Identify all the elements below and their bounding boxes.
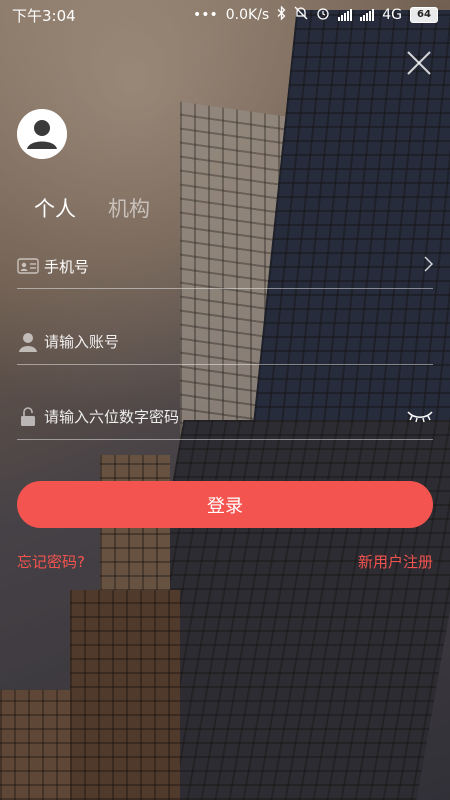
password-field-row	[17, 395, 433, 440]
eye-closed-icon[interactable]	[407, 408, 433, 427]
avatar-icon[interactable]	[17, 109, 67, 159]
account-type-tabs: 个人 机构	[34, 193, 150, 223]
login-button[interactable]: 登录	[17, 481, 433, 528]
notification-dots: •••	[192, 7, 218, 23]
forgot-password-link[interactable]: 忘记密码?	[17, 551, 85, 572]
tab-personal[interactable]: 个人	[34, 193, 76, 223]
tab-organization[interactable]: 机构	[108, 193, 150, 223]
bluetooth-icon	[277, 5, 286, 24]
alarm-icon	[316, 6, 330, 24]
login-type-label: 手机号	[44, 257, 90, 276]
mute-icon	[294, 6, 308, 24]
signal-icon	[338, 9, 353, 21]
login-screen: 下午3:04 ••• 0.0K/s 4G 64 个人 机构 手机号 请输入账号 …	[0, 0, 450, 800]
signal-icon-2	[360, 9, 375, 21]
account-input[interactable]	[44, 333, 433, 351]
chevron-right-icon	[423, 256, 434, 276]
login-type-selector[interactable]: 手机号	[17, 244, 434, 289]
status-time: 下午3:04	[12, 6, 76, 25]
account-field-row	[17, 320, 433, 365]
footer-links: 忘记密码? 新用户注册	[17, 551, 433, 572]
user-icon	[17, 331, 39, 353]
network-speed: 0.0K/s	[225, 7, 270, 23]
close-icon[interactable]	[406, 50, 432, 76]
password-input[interactable]	[44, 408, 407, 426]
register-link[interactable]: 新用户注册	[358, 551, 433, 572]
lock-icon	[17, 406, 39, 428]
battery-icon: 64	[410, 7, 438, 23]
status-bar: 下午3:04 ••• 0.0K/s 4G 64	[0, 0, 450, 30]
network-type: 4G	[382, 7, 402, 23]
id-card-icon	[17, 255, 39, 277]
